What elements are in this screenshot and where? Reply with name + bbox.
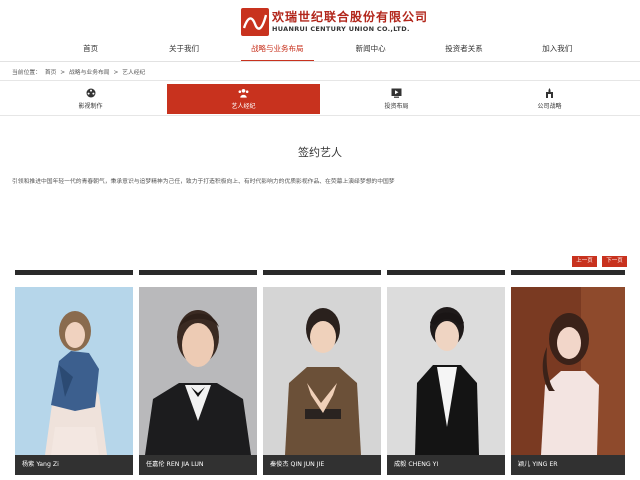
artist-card[interactable]: 颖儿 YING ER [511,287,625,475]
artist-photo [263,287,381,455]
brand-name-cn: 欢瑞世纪联合股份有限公司 [272,10,429,25]
section-title: 签约艺人 [298,146,342,159]
tab-film-production[interactable]: 影视制作 [14,84,167,114]
breadcrumb-strategy[interactable]: 战略与业务布局 [69,70,110,76]
carousel-strip [15,270,133,275]
artist-photo [15,287,133,455]
pager: 上一页 下一页 [572,256,627,267]
nav-item-home[interactable]: 首页 [44,41,137,61]
tab-label: 公司战略 [537,103,562,110]
nav-item-investors[interactable]: 投资者关系 [417,41,510,61]
film-reel-icon [85,88,96,98]
tab-label: 投资布局 [384,103,409,110]
breadcrumb-current: 艺人经纪 [122,70,146,76]
artist-photo [511,287,625,455]
tab-artist-management[interactable]: 艺人经纪 [167,84,320,114]
artist-card[interactable]: 任嘉伦 REN JIA LUN [139,287,257,475]
tab-label: 影视制作 [78,103,103,110]
artist-photo [139,287,257,455]
carousel-strip [139,270,257,275]
tabs-divider [0,115,640,116]
play-screen-icon [391,88,402,98]
tab-label: 艺人经纪 [231,103,256,110]
tab-company-strategy[interactable]: 公司战略 [473,84,626,114]
people-icon [238,88,249,98]
nav-divider [0,61,640,62]
artist-caption: 秦俊杰 QIN JUN JIE [263,455,381,475]
artist-photo [387,287,505,455]
artist-card[interactable]: 杨紫 Yang Zi [15,287,133,475]
main-nav: 首页 关于我们 战略与业务布局 新闻中心 投资者关系 加入我们 [44,41,604,62]
prev-page-button[interactable]: 上一页 [572,256,597,267]
logo-mark-icon [241,8,269,36]
artist-grid: 杨紫 Yang Zi 任嘉伦 REN JIA LUN 秦俊杰 QIN JUN J… [15,287,625,475]
brand-name-en: HUANRUI CENTURY UNION CO.,LTD. [272,25,410,34]
artist-caption: 杨紫 Yang Zi [15,455,133,475]
next-page-button[interactable]: 下一页 [602,256,627,267]
carousel-strip [511,270,625,275]
breadcrumb-home[interactable]: 首页 [45,70,57,76]
breadcrumb-separator: > [60,70,66,76]
artist-caption: 任嘉伦 REN JIA LUN [139,455,257,475]
nav-item-join[interactable]: 加入我们 [511,41,604,61]
breadcrumb: 当前位置： 首页 > 战略与业务布局 > 艺人经纪 [12,67,147,76]
artist-card[interactable]: 秦俊杰 QIN JUN JIE [263,287,381,475]
tab-investment-layout[interactable]: 投资布局 [320,84,473,114]
company-logo[interactable]: 欢瑞世纪联合股份有限公司 HUANRUI CENTURY UNION CO.,L… [241,8,428,36]
tower-icon [544,88,555,98]
breadcrumb-separator: > [113,70,119,76]
carousel-strip [263,270,381,275]
artist-caption: 颖儿 YING ER [511,455,625,475]
nav-item-strategy[interactable]: 战略与业务布局 [231,41,324,62]
breadcrumb-prefix: 当前位置： [12,70,41,76]
nav-item-news[interactable]: 新闻中心 [324,41,417,61]
nav-item-about[interactable]: 关于我们 [137,41,230,61]
artist-card[interactable]: 成毅 CHENG YI [387,287,505,475]
section-intro: 引领和推进中国年轻一代的青春朝气，秉承意识与追梦精神为己任，致力于打造积极向上、… [12,179,395,185]
sub-tabs: 影视制作 艺人经纪 投资布局 公司战略 [14,84,626,114]
breadcrumb-divider [0,80,640,81]
carousel-strip [387,270,505,275]
artist-caption: 成毅 CHENG YI [387,455,505,475]
